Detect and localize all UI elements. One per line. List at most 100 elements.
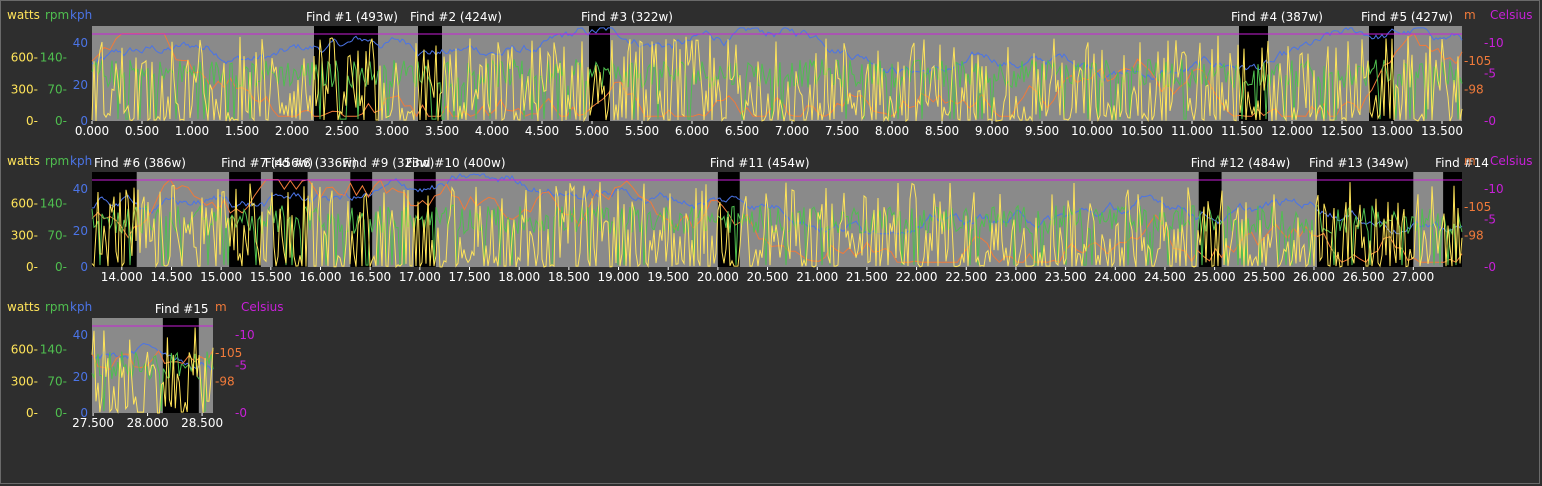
x-tick-label: 8.500	[925, 124, 959, 138]
chart-panel-3: Find #15 27.500 28.000 28.500 watts rpm kph 0- 3…	[7, 300, 284, 430]
watts-tick-label: 300-	[11, 374, 38, 388]
x-tick-label: 2.000	[275, 124, 309, 138]
x-tick-label: 14.500	[150, 270, 192, 284]
x-tick-label: 21.500	[846, 270, 888, 284]
watts-tick-label: 0-	[26, 406, 38, 420]
find-label: Find #14	[1435, 156, 1489, 170]
watts-axis-title: watts	[7, 300, 40, 314]
find-label: Find #11 (454w)	[710, 156, 810, 170]
kph-axis-title: kph	[70, 8, 92, 22]
x-tick-label: 18.000	[498, 270, 540, 284]
kph-tick-label: 40	[73, 36, 88, 50]
temperature-tick-label: -5	[235, 359, 247, 373]
watts-tick-label: 600-	[11, 197, 38, 211]
x-tick-label: 10.000	[1071, 124, 1113, 138]
find-label: Find #4 (387w)	[1231, 10, 1323, 24]
watts-axis-title: watts	[7, 8, 40, 22]
kph-tick-label: 20	[73, 370, 88, 384]
watts-tick-label: 300-	[11, 228, 38, 242]
rpm-tick-label: 0-	[55, 406, 67, 420]
x-tick-label: 19.000	[598, 270, 640, 284]
x-tick-label: 3.000	[375, 124, 409, 138]
x-tick-label: 14.000	[101, 270, 143, 284]
x-tick-label: 22.500	[945, 270, 987, 284]
kph-tick-label: 0	[80, 260, 88, 274]
temperature-axis-title: Celsius	[1490, 8, 1533, 22]
find-label: Find #13 (349w)	[1309, 156, 1409, 170]
watts-tick-label: 0-	[26, 260, 38, 274]
x-tick-label: 11.000	[1171, 124, 1213, 138]
x-tick-label: 27.000	[1392, 270, 1434, 284]
rpm-tick-label: 140-	[40, 197, 67, 211]
watts-tick-label: 300-	[11, 82, 38, 96]
kph-tick-label: 40	[73, 328, 88, 342]
x-tick-label: 7.500	[825, 124, 859, 138]
kph-tick-label: 20	[73, 224, 88, 238]
x-tick-label: 3.500	[425, 124, 459, 138]
x-tick-label: 1.000	[175, 124, 209, 138]
kph-tick-label: 40	[73, 182, 88, 196]
rpm-tick-label: 70-	[47, 374, 67, 388]
watts-tick-label: 600-	[11, 343, 38, 357]
x-tick-label: 5.500	[625, 124, 659, 138]
temperature-tick-label: -5	[1484, 67, 1496, 81]
rpm-axis-title: rpm	[45, 300, 69, 314]
x-tick-label: 15.000	[200, 270, 242, 284]
find-label: Find #15	[155, 302, 209, 316]
x-tick-label: 22.000	[896, 270, 938, 284]
find-label: Find #3 (322w)	[581, 10, 673, 24]
rpm-axis-title: rpm	[45, 154, 69, 168]
x-tick-label: 26.000	[1293, 270, 1335, 284]
rpm-tick-label: 0-	[55, 114, 67, 128]
temperature-tick-label: -10	[1484, 182, 1504, 196]
x-tick-label: 16.500	[349, 270, 391, 284]
x-tick-label: 7.000	[775, 124, 809, 138]
find-label: Find #6 (386w)	[94, 156, 186, 170]
rpm-tick-label: 0-	[55, 260, 67, 274]
temperature-tick-label: -10	[1484, 36, 1504, 50]
temperature-tick-label: -0	[1484, 114, 1496, 128]
x-tick-label: 12.000	[1271, 124, 1313, 138]
altitude-axis-title: m	[1464, 8, 1476, 22]
temperature-tick-label: -0	[235, 406, 247, 420]
temperature-axis-title: Celsius	[241, 300, 284, 314]
altitude-axis-title: m	[215, 300, 227, 314]
x-tick-label: 21.000	[796, 270, 838, 284]
x-tick-label: 4.000	[475, 124, 509, 138]
x-tick-label: 24.000	[1094, 270, 1136, 284]
rpm-tick-label: 140-	[40, 51, 67, 65]
x-tick-label: 4.500	[525, 124, 559, 138]
ride-chart: Find #1 (493w) Find #2 (424w) Find #3 (322…	[7, 8, 1533, 430]
watts-tick-label: 0-	[26, 114, 38, 128]
altitude-tick-label: -98	[215, 375, 235, 389]
rpm-tick-label: 70-	[47, 82, 67, 96]
x-tick-label: 2.500	[325, 124, 359, 138]
temperature-tick-label: -5	[1484, 213, 1496, 227]
rpm-tick-label: 70-	[47, 228, 67, 242]
kph-tick-label: 20	[73, 78, 88, 92]
x-tick-label: 28.500	[181, 416, 223, 430]
x-tick-label: 19.500	[647, 270, 689, 284]
temperature-axis-title: Celsius	[1490, 154, 1533, 168]
x-tick-label: 16.000	[299, 270, 341, 284]
x-tick-label: 9.000	[975, 124, 1009, 138]
x-tick-label: 6.500	[725, 124, 759, 138]
watts-tick-label: 600-	[11, 51, 38, 65]
x-tick-label: 5.000	[575, 124, 609, 138]
x-tick-label: 25.500	[1243, 270, 1285, 284]
x-tick-label: 23.000	[995, 270, 1037, 284]
find-label: Find #1 (493w)	[306, 10, 398, 24]
x-tick-label: 24.500	[1144, 270, 1186, 284]
x-tick-label: 25.000	[1194, 270, 1236, 284]
x-tick-label: 0.500	[125, 124, 159, 138]
x-tick-label: 23.500	[1045, 270, 1087, 284]
chart-panel-2: Find #6 (386w) Find #7 (456w)Find #8 (336…	[7, 154, 1533, 284]
rpm-axis-title: rpm	[45, 8, 69, 22]
x-tick-label: 13.000	[1371, 124, 1413, 138]
x-tick-label: 9.500	[1025, 124, 1059, 138]
x-tick-label: 6.000	[675, 124, 709, 138]
altitude-tick-label: -98	[1464, 229, 1484, 243]
chart-panel-1: Find #1 (493w) Find #2 (424w) Find #3 (322…	[7, 8, 1533, 138]
x-tick-label: 28.000	[127, 416, 169, 430]
x-tick-label: 13.500	[1421, 124, 1463, 138]
